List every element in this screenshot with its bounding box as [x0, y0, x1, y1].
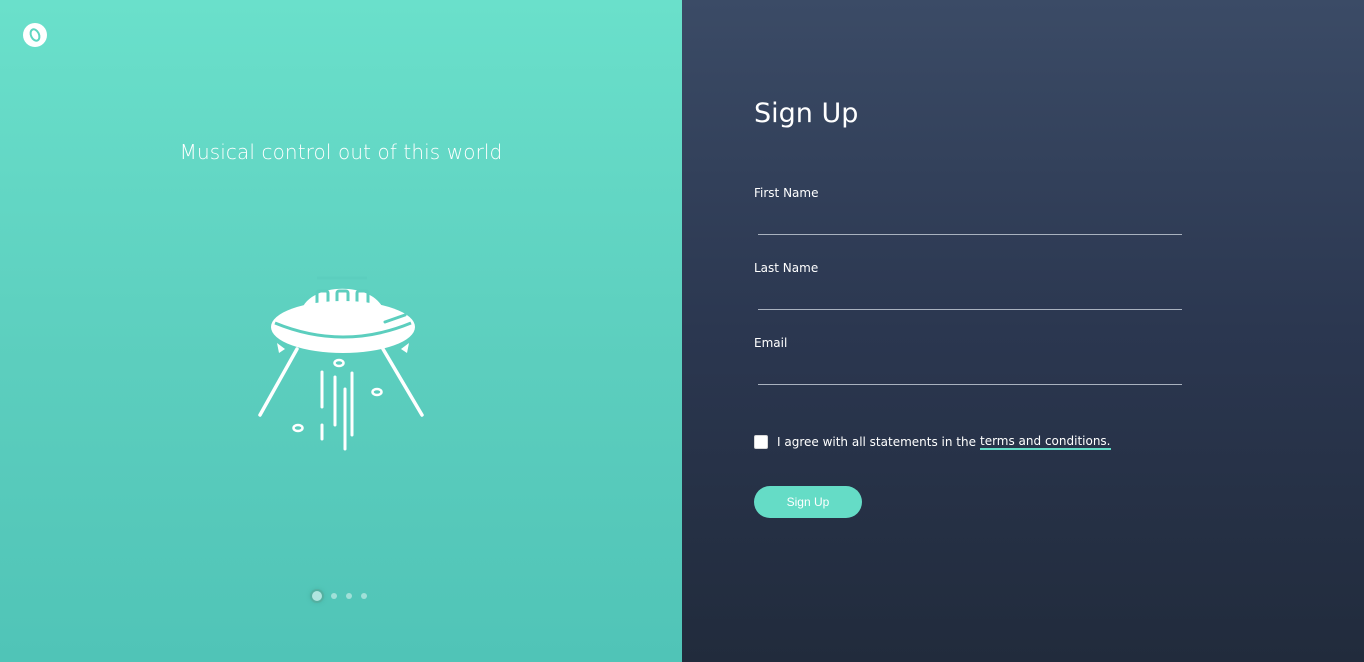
- email-label: Email: [754, 336, 788, 350]
- last-name-input[interactable]: [758, 287, 1182, 310]
- carousel-dot-3[interactable]: [346, 593, 352, 599]
- carousel-dots: [312, 591, 367, 601]
- email-input[interactable]: [758, 362, 1182, 385]
- first-name-group: First Name: [754, 186, 1182, 235]
- first-name-input[interactable]: [758, 212, 1182, 235]
- hero-panel: Musical control out of this world: [0, 0, 682, 662]
- last-name-group: Last Name: [754, 261, 1182, 310]
- page: Musical control out of this world Sign U…: [0, 0, 1364, 662]
- form-title: Sign Up: [754, 98, 859, 129]
- terms-checkbox[interactable]: [754, 435, 768, 449]
- last-name-label: Last Name: [754, 261, 819, 275]
- hero-tagline: Musical control out of this world: [179, 140, 503, 164]
- signup-button[interactable]: Sign Up: [754, 486, 862, 518]
- carousel-dot-4[interactable]: [361, 593, 367, 599]
- logo-icon[interactable]: [23, 23, 47, 47]
- first-name-label: First Name: [754, 186, 819, 200]
- carousel-dot-2[interactable]: [331, 593, 337, 599]
- terms-link[interactable]: terms and conditions.: [979, 434, 1111, 450]
- terms-text: I agree with all statements in the: [777, 435, 976, 449]
- email-group: Email: [754, 336, 1182, 385]
- signup-panel: Sign Up First Name Last Name Email I agr…: [682, 0, 1364, 662]
- ufo-illustration: [258, 276, 424, 451]
- carousel-dot-1[interactable]: [312, 591, 322, 601]
- terms-agreement: I agree with all statements in the terms…: [754, 434, 1111, 450]
